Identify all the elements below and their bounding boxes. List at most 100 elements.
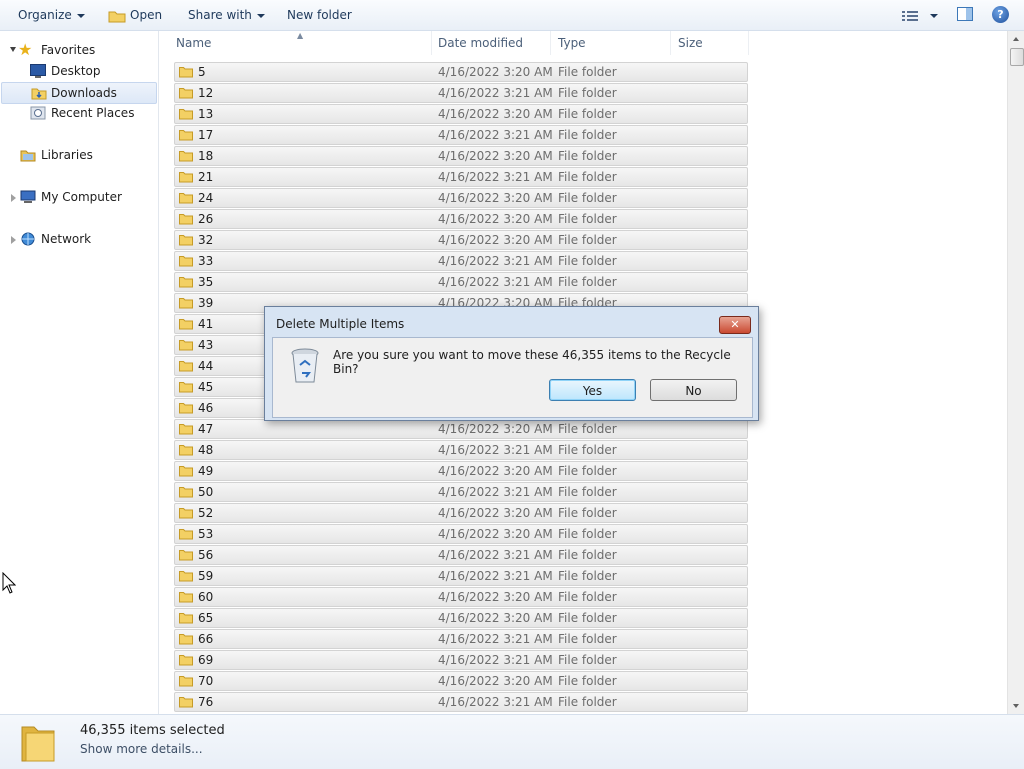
table-row[interactable]: 53 4/16/2022 3:20 AM File folder	[174, 524, 748, 544]
row-name: 17	[198, 128, 214, 142]
no-button[interactable]: No	[650, 379, 737, 401]
network-icon	[21, 232, 35, 246]
nav-recent-places[interactable]: Recent Places	[28, 103, 153, 123]
table-row[interactable]: 59 4/16/2022 3:21 AM File folder	[174, 566, 748, 586]
row-type: File folder	[558, 443, 617, 457]
vertical-scrollbar[interactable]	[1007, 31, 1024, 714]
folder-icon	[179, 256, 193, 267]
recycle-bin-icon	[291, 348, 319, 383]
nav-recent-places-label: Recent Places	[51, 106, 135, 120]
organize-menu[interactable]: Organize	[18, 7, 85, 23]
folder-icon	[179, 655, 193, 666]
table-row[interactable]: 35 4/16/2022 3:21 AM File folder	[174, 272, 748, 292]
expand-arrow-icon[interactable]	[10, 47, 16, 52]
close-button[interactable]: ✕	[719, 316, 751, 334]
table-row[interactable]: 33 4/16/2022 3:21 AM File folder	[174, 251, 748, 271]
row-date: 4/16/2022 3:20 AM	[438, 611, 553, 625]
table-row[interactable]: 69 4/16/2022 3:21 AM File folder	[174, 650, 748, 670]
row-type: File folder	[558, 149, 617, 163]
share-with-menu[interactable]: Share with	[188, 7, 265, 23]
scroll-up-icon[interactable]	[1013, 37, 1019, 41]
table-row[interactable]: 52 4/16/2022 3:20 AM File folder	[174, 503, 748, 523]
scroll-down-icon[interactable]	[1013, 704, 1019, 708]
table-row[interactable]: 56 4/16/2022 3:21 AM File folder	[174, 545, 748, 565]
row-name: 59	[198, 569, 214, 583]
table-row[interactable]: 26 4/16/2022 3:20 AM File folder	[174, 209, 748, 229]
nav-network[interactable]: Network	[18, 229, 138, 249]
dialog-body: Are you sure you want to move these 46,3…	[272, 337, 753, 418]
table-row[interactable]: 48 4/16/2022 3:21 AM File folder	[174, 440, 748, 460]
column-date-modified[interactable]: Date modified	[438, 31, 551, 55]
nav-desktop-label: Desktop	[51, 64, 101, 78]
view-options-button[interactable]	[902, 7, 938, 23]
no-label: No	[685, 384, 702, 398]
row-name: 35	[198, 275, 214, 289]
table-row[interactable]: 65 4/16/2022 3:20 AM File folder	[174, 608, 748, 628]
help-button[interactable]: ?	[992, 6, 1009, 23]
yes-button[interactable]: Yes	[549, 379, 636, 401]
table-row[interactable]: 70 4/16/2022 3:20 AM File folder	[174, 671, 748, 691]
table-row[interactable]: 17 4/16/2022 3:21 AM File folder	[174, 125, 748, 145]
expand-arrow-icon[interactable]	[11, 236, 16, 244]
star-icon: ★	[18, 40, 33, 59]
folder-icon	[179, 571, 193, 582]
show-more-details-link[interactable]: Show more details...	[80, 742, 203, 756]
table-row[interactable]: 49 4/16/2022 3:20 AM File folder	[174, 461, 748, 481]
row-name: 70	[198, 674, 214, 688]
folder-icon	[179, 592, 193, 603]
row-name: 5	[198, 65, 206, 79]
row-name: 48	[198, 443, 214, 457]
table-row[interactable]: 47 4/16/2022 3:20 AM File folder	[174, 419, 748, 439]
table-row[interactable]: 32 4/16/2022 3:20 AM File folder	[174, 230, 748, 250]
folder-icon	[179, 424, 193, 435]
row-name: 53	[198, 527, 214, 541]
table-row[interactable]: 13 4/16/2022 3:20 AM File folder	[174, 104, 748, 124]
row-date: 4/16/2022 3:20 AM	[438, 590, 553, 604]
table-row[interactable]: 60 4/16/2022 3:20 AM File folder	[174, 587, 748, 607]
nav-desktop[interactable]: Desktop	[28, 61, 148, 81]
nav-network-label: Network	[41, 232, 92, 246]
folder-icon	[179, 382, 193, 393]
row-date: 4/16/2022 3:21 AM	[438, 653, 553, 667]
folder-icon	[179, 613, 193, 624]
row-date: 4/16/2022 3:20 AM	[438, 191, 553, 205]
row-type: File folder	[558, 422, 617, 436]
mouse-cursor-icon	[2, 572, 16, 594]
expand-arrow-icon[interactable]	[11, 194, 16, 202]
new-folder-button[interactable]: New folder	[287, 7, 352, 23]
row-type: File folder	[558, 506, 617, 520]
scroll-thumb[interactable]	[1010, 48, 1024, 66]
column-size[interactable]: Size	[678, 31, 749, 55]
open-button[interactable]: Open	[108, 7, 162, 23]
nav-libraries[interactable]: Libraries	[18, 145, 138, 165]
nav-downloads[interactable]: Downloads	[1, 82, 157, 104]
table-row[interactable]: 12 4/16/2022 3:21 AM File folder	[174, 83, 748, 103]
nav-my-computer[interactable]: My Computer	[18, 187, 138, 207]
row-date: 4/16/2022 3:20 AM	[438, 149, 553, 163]
table-row[interactable]: 50 4/16/2022 3:21 AM File folder	[174, 482, 748, 502]
row-date: 4/16/2022 3:20 AM	[438, 674, 553, 688]
row-type: File folder	[558, 569, 617, 583]
folder-icon	[179, 529, 193, 540]
row-date: 4/16/2022 3:20 AM	[438, 212, 553, 226]
table-row[interactable]: 76 4/16/2022 3:21 AM File folder	[174, 692, 748, 712]
row-name: 39	[198, 296, 214, 310]
row-name: 69	[198, 653, 214, 667]
row-name: 47	[198, 422, 214, 436]
row-type: File folder	[558, 65, 617, 79]
table-row[interactable]: 18 4/16/2022 3:20 AM File folder	[174, 146, 748, 166]
column-name-label: Name	[176, 36, 212, 50]
table-row[interactable]: 24 4/16/2022 3:20 AM File folder	[174, 188, 748, 208]
navigation-pane: ★ Favorites Desktop Downloads Recent Pla…	[0, 31, 159, 714]
row-type: File folder	[558, 611, 617, 625]
table-row[interactable]: 5 4/16/2022 3:20 AM File folder	[174, 62, 748, 82]
row-date: 4/16/2022 3:21 AM	[438, 443, 553, 457]
help-icon: ?	[992, 6, 1009, 23]
column-type[interactable]: Type	[558, 31, 671, 55]
row-date: 4/16/2022 3:21 AM	[438, 86, 553, 100]
table-row[interactable]: 66 4/16/2022 3:21 AM File folder	[174, 629, 748, 649]
preview-pane-button[interactable]	[957, 7, 973, 23]
column-type-label: Type	[558, 36, 586, 50]
table-row[interactable]: 21 4/16/2022 3:21 AM File folder	[174, 167, 748, 187]
column-name[interactable]: Name	[176, 31, 432, 55]
